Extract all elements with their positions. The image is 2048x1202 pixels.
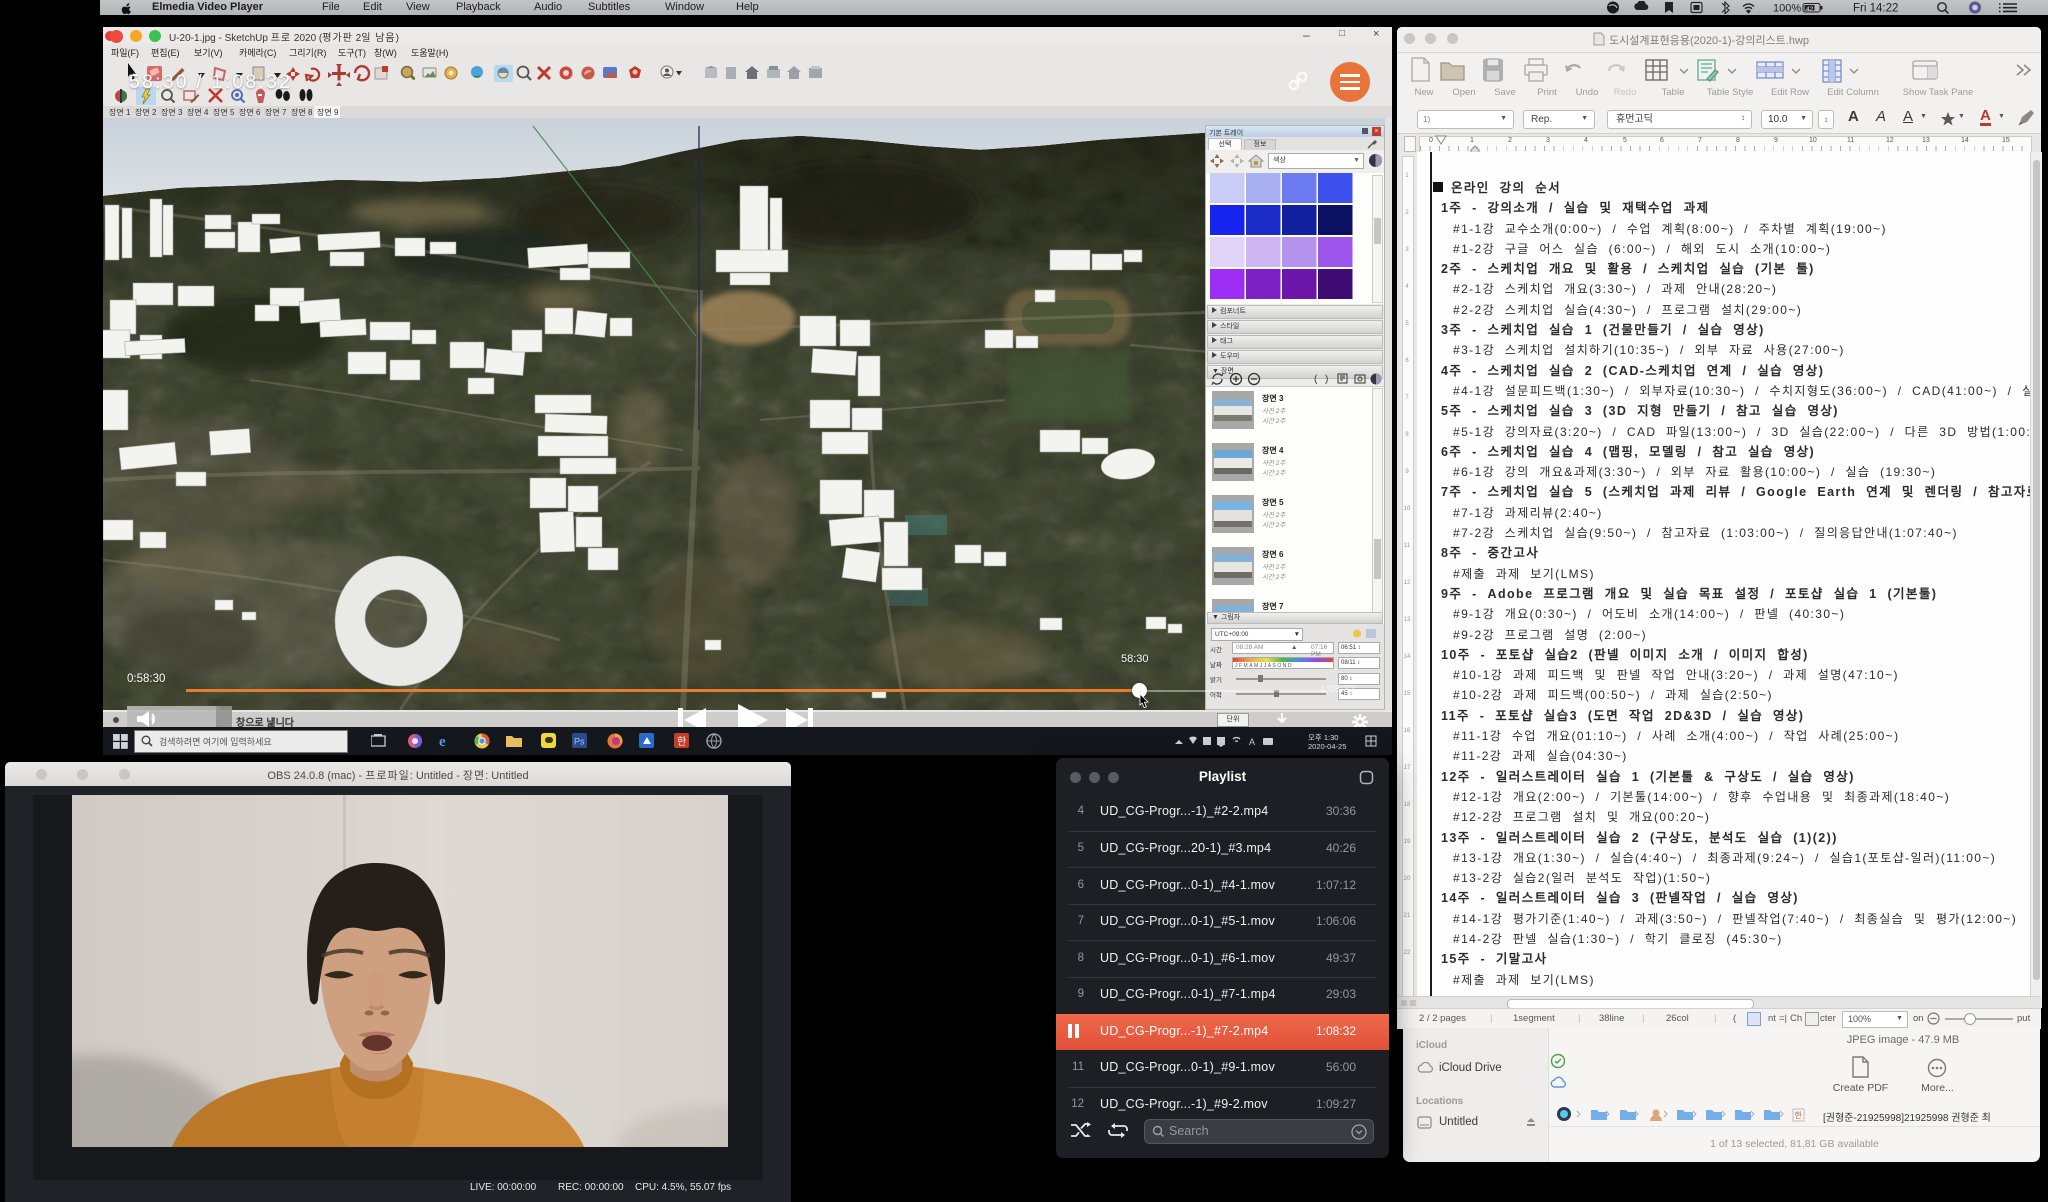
svg-text:100%: 100% bbox=[1773, 3, 1801, 15]
svg-text:한: 한 bbox=[677, 736, 686, 748]
svg-text:e: e bbox=[439, 734, 446, 749]
svg-text:Ps: Ps bbox=[574, 737, 585, 747]
svg-text:A: A bbox=[1249, 737, 1255, 747]
svg-text:42: 42 bbox=[1806, 6, 1814, 13]
svg-text:(: ( bbox=[1314, 374, 1318, 385]
svg-text:한: 한 bbox=[1795, 1111, 1803, 1120]
svg-text:Fri 14:22: Fri 14:22 bbox=[1853, 3, 1898, 15]
svg-text:): ) bbox=[1325, 374, 1328, 385]
